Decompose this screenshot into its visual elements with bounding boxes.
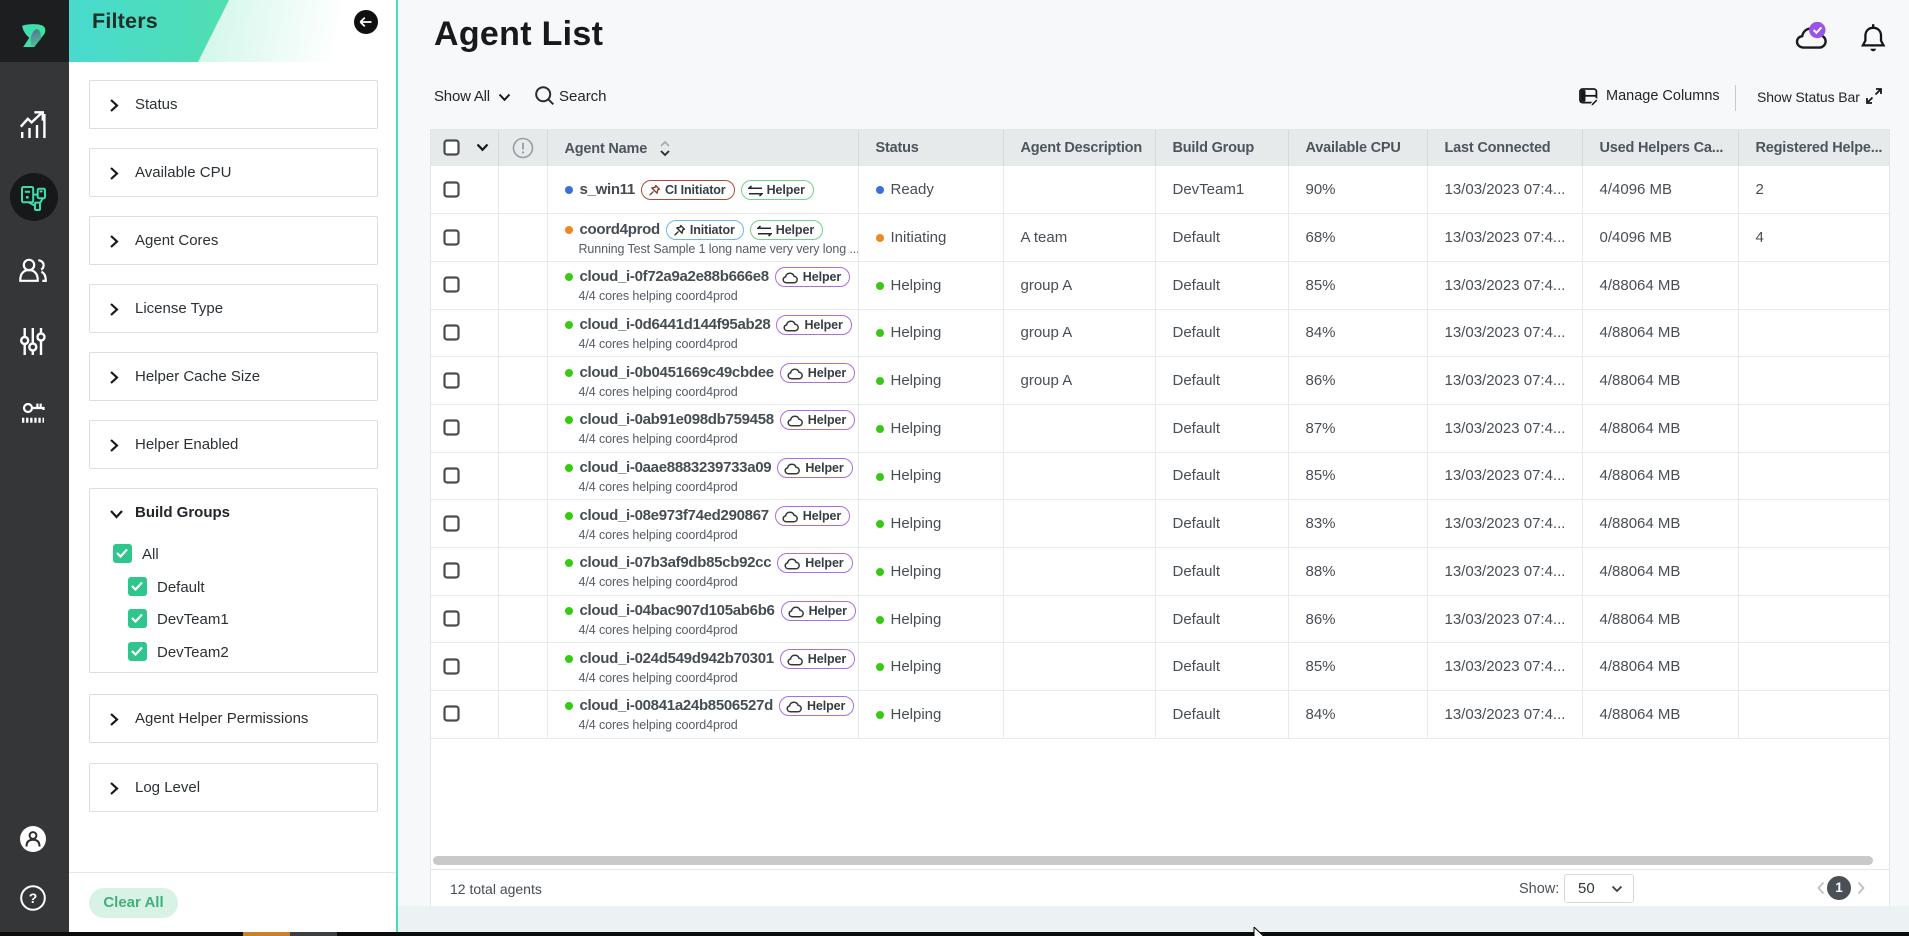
svg-text:?: ? — [29, 890, 38, 906]
